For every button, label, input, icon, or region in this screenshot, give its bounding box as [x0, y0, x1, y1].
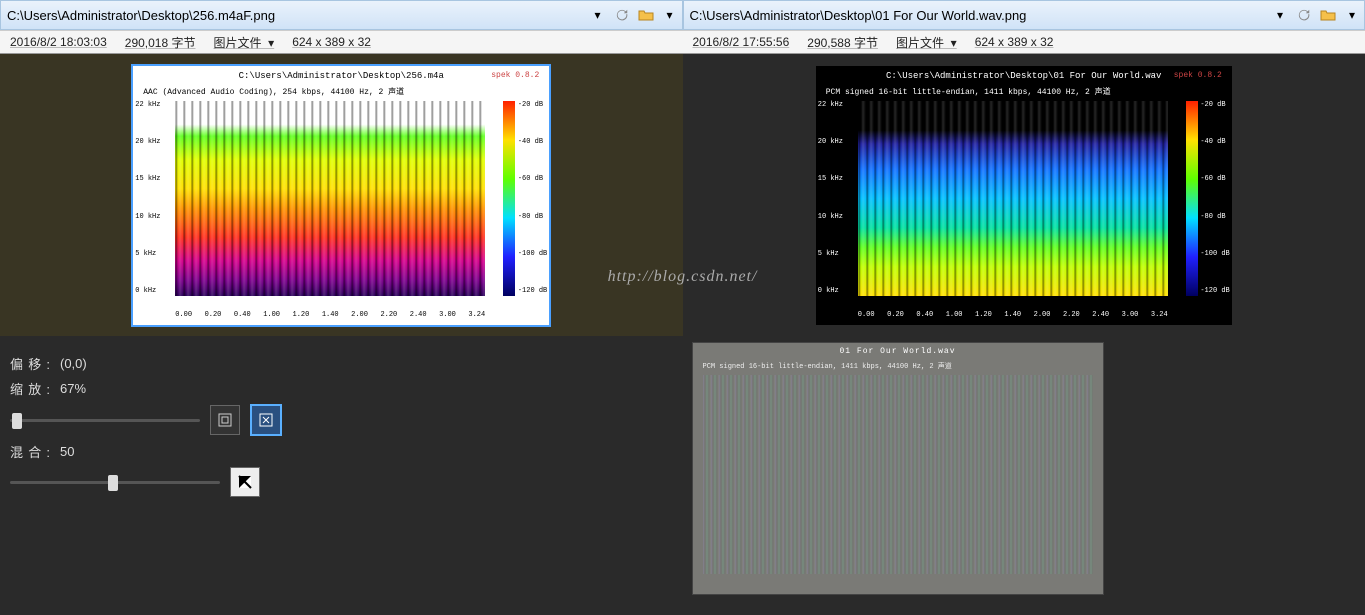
- fit-window-button[interactable]: [210, 405, 240, 435]
- spec-title: C:\Users\Administrator\Desktop\01 For Ou…: [816, 71, 1232, 81]
- diff-noise: [703, 375, 1093, 574]
- compare-area: C:\Users\Administrator\Desktop\256.m4a s…: [0, 54, 1365, 336]
- blend-value: 50: [60, 444, 74, 459]
- colorbar-labels: -20 dB-40 dB-60 dB-80 dB-100 dB-120 dB: [518, 101, 547, 296]
- spectrogram-heatmap: [175, 101, 485, 296]
- spec-subtitle: PCM signed 16-bit little-endian, 1411 kb…: [826, 86, 1111, 97]
- x-axis: 0.000.200.401.001.201.402.002.202.403.00…: [858, 311, 1168, 319]
- colorbar-labels: -20 dB-40 dB-60 dB-80 dB-100 dB-120 dB: [1200, 101, 1229, 296]
- left-metadata: 2016/8/2 18:03:03 290,018 字节 图片文件 ▾ 624 …: [0, 31, 683, 53]
- metadata-row: 2016/8/2 18:03:03 290,018 字节 图片文件 ▾ 624 …: [0, 30, 1365, 54]
- y-axis: 22 kHz20 kHz15 kHz10 kHz5 kHz0 kHz: [818, 101, 856, 296]
- offset-row: 偏移: (0,0): [10, 354, 480, 373]
- zoom-slider-row: [10, 404, 480, 436]
- left-size: 290,018 字节: [125, 34, 196, 51]
- right-size: 290,588 字节: [807, 34, 878, 51]
- right-dims: 624 x 389 x 32: [975, 35, 1054, 49]
- right-path-box: ▾ ▾: [683, 0, 1365, 30]
- path-bar-row: ▾ ▾ ▾ ▾: [0, 0, 1365, 30]
- diff-subtitle: PCM signed 16-bit little-endian, 1411 kb…: [703, 361, 952, 371]
- right-path-input[interactable]: [684, 6, 1269, 25]
- right-image-panel[interactable]: C:\Users\Administrator\Desktop\01 For Ou…: [683, 54, 1365, 336]
- controls-panel: 偏移: (0,0) 缩放: 67% 混合: 50: [0, 336, 490, 615]
- dropdown-icon[interactable]: ▾: [659, 4, 681, 26]
- right-metadata: 2016/8/2 17:55:56 290,588 字节 图片文件 ▾ 624 …: [683, 31, 1365, 53]
- reload-icon[interactable]: [611, 4, 633, 26]
- folder-open-icon[interactable]: [1317, 4, 1339, 26]
- reload-icon[interactable]: [1293, 4, 1315, 26]
- bottom-panel: 偏移: (0,0) 缩放: 67% 混合: 50 01 For Our Worl…: [0, 336, 1365, 615]
- left-date: 2016/8/2 18:03:03: [10, 35, 107, 49]
- colorbar: [1186, 101, 1198, 296]
- left-image-panel[interactable]: C:\Users\Administrator\Desktop\256.m4a s…: [0, 54, 683, 336]
- left-path-box: ▾ ▾: [0, 0, 683, 30]
- diff-mode-button[interactable]: [230, 467, 260, 497]
- spek-tag: spek 0.8.2: [491, 71, 539, 80]
- colorbar: [503, 101, 515, 296]
- offset-value: (0,0): [60, 356, 87, 371]
- right-type[interactable]: 图片文件 ▾: [896, 34, 957, 51]
- right-spectrogram: C:\Users\Administrator\Desktop\01 For Ou…: [816, 66, 1232, 325]
- dropdown-icon[interactable]: ▾: [1269, 4, 1291, 26]
- blend-slider-row: [10, 467, 480, 497]
- dropdown-icon[interactable]: ▾: [1341, 4, 1363, 26]
- spec-title: C:\Users\Administrator\Desktop\256.m4a: [133, 71, 549, 81]
- zoom-row: 缩放: 67%: [10, 379, 480, 398]
- zoom-slider[interactable]: [10, 410, 200, 430]
- dropdown-icon[interactable]: ▾: [587, 4, 609, 26]
- folder-open-icon[interactable]: [635, 4, 657, 26]
- zoom-label: 缩放:: [10, 379, 50, 398]
- left-spectrogram: C:\Users\Administrator\Desktop\256.m4a s…: [131, 64, 551, 327]
- y-axis: 22 kHz20 kHz15 kHz10 kHz5 kHz0 kHz: [135, 101, 173, 296]
- spec-subtitle: AAC (Advanced Audio Coding), 254 kbps, 4…: [143, 86, 404, 97]
- blend-row: 混合: 50: [10, 442, 480, 461]
- left-type[interactable]: 图片文件 ▾: [213, 34, 274, 51]
- blend-label: 混合:: [10, 442, 50, 461]
- spek-tag: spek 0.8.2: [1174, 71, 1222, 80]
- blend-slider[interactable]: [10, 472, 220, 492]
- zoom-value: 67%: [60, 381, 86, 396]
- watermark: http://blog.csdn.net/: [608, 268, 758, 286]
- left-dims: 624 x 389 x 32: [292, 35, 371, 49]
- offset-label: 偏移:: [10, 354, 50, 373]
- spectrogram-heatmap: [858, 101, 1168, 296]
- right-date: 2016/8/2 17:55:56: [693, 35, 790, 49]
- left-path-input[interactable]: [1, 6, 586, 25]
- diff-image[interactable]: 01 For Our World.wav PCM signed 16-bit l…: [692, 342, 1104, 595]
- diff-title: 01 For Our World.wav: [693, 347, 1103, 356]
- bottom-spacer: [1305, 336, 1365, 615]
- actual-size-button[interactable]: [250, 404, 282, 436]
- x-axis: 0.000.200.401.001.201.402.002.202.403.00…: [175, 311, 485, 319]
- diff-panel-wrap: 01 For Our World.wav PCM signed 16-bit l…: [490, 336, 1305, 615]
